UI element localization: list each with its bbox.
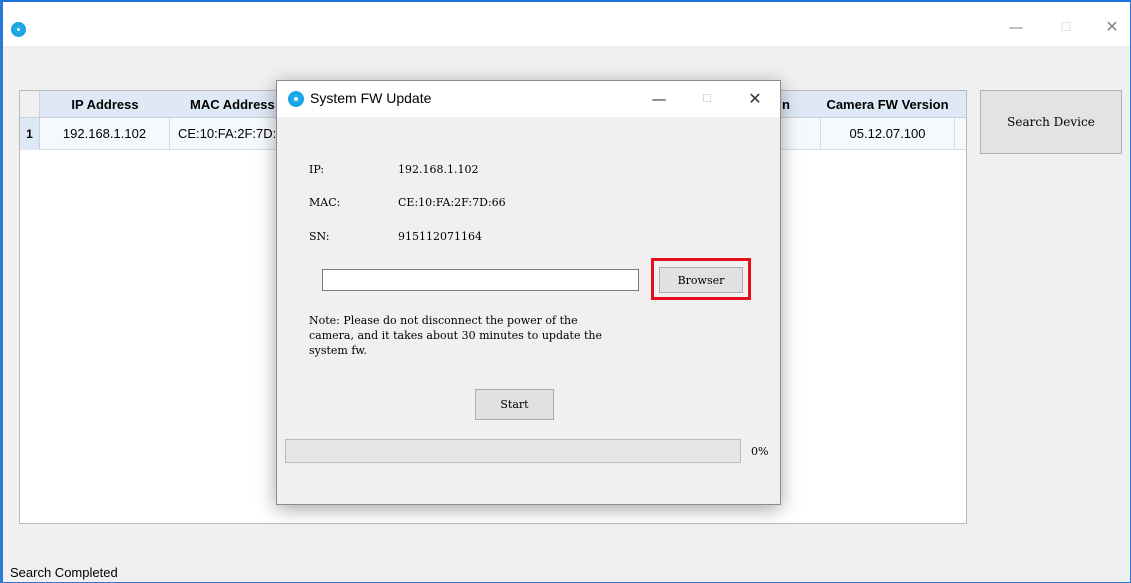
- row-index: 1: [20, 118, 40, 150]
- cell-camera-fw-version[interactable]: 05.12.07.100: [820, 118, 955, 150]
- update-progress-bar: [285, 439, 741, 463]
- dialog-maximize-button: ☐: [702, 92, 712, 105]
- maximize-button[interactable]: ☐: [1054, 15, 1078, 39]
- firmware-file-path-input[interactable]: [322, 269, 639, 291]
- mac-label: MAC:: [309, 196, 341, 209]
- close-button[interactable]: ✕: [1100, 15, 1124, 39]
- start-button[interactable]: Start: [475, 389, 554, 420]
- dialog-title: System FW Update: [310, 90, 432, 106]
- ip-value: 192.168.1.102: [398, 163, 479, 176]
- title-bar: — ☐ ✕: [3, 2, 1130, 46]
- cell-ip-address[interactable]: 192.168.1.102: [40, 118, 170, 150]
- search-device-button[interactable]: Search Device: [980, 90, 1122, 154]
- progress-percent: 0%: [751, 445, 769, 458]
- update-note: Note: Please do not disconnect the power…: [309, 314, 602, 357]
- dialog-title-bar: System FW Update — ☐ ✕: [277, 81, 780, 117]
- minimize-button[interactable]: —: [1004, 15, 1028, 39]
- app-logo-icon: [288, 91, 304, 107]
- app-logo-icon: [11, 22, 26, 37]
- column-header-camera-fw-version[interactable]: Camera FW Version: [820, 91, 955, 118]
- dialog-close-button[interactable]: ✕: [743, 87, 767, 111]
- system-fw-update-dialog: System FW Update — ☐ ✕ IP: 192.168.1.102…: [276, 80, 781, 505]
- status-text: Search Completed: [10, 565, 118, 580]
- ip-label: IP:: [309, 163, 325, 176]
- column-header-ip-address[interactable]: IP Address: [40, 91, 170, 118]
- cell-mac-address[interactable]: CE:10:FA:2F:7D:6: [170, 118, 285, 150]
- mac-value: CE:10:FA:2F:7D:66: [398, 196, 506, 209]
- sn-label: SN:: [309, 230, 330, 243]
- sn-value: 915112071164: [398, 230, 482, 243]
- dialog-minimize-button[interactable]: —: [647, 87, 671, 111]
- browse-button[interactable]: Browser: [659, 267, 743, 293]
- column-header-partial[interactable]: n: [782, 91, 802, 118]
- row-number-header: [20, 91, 40, 117]
